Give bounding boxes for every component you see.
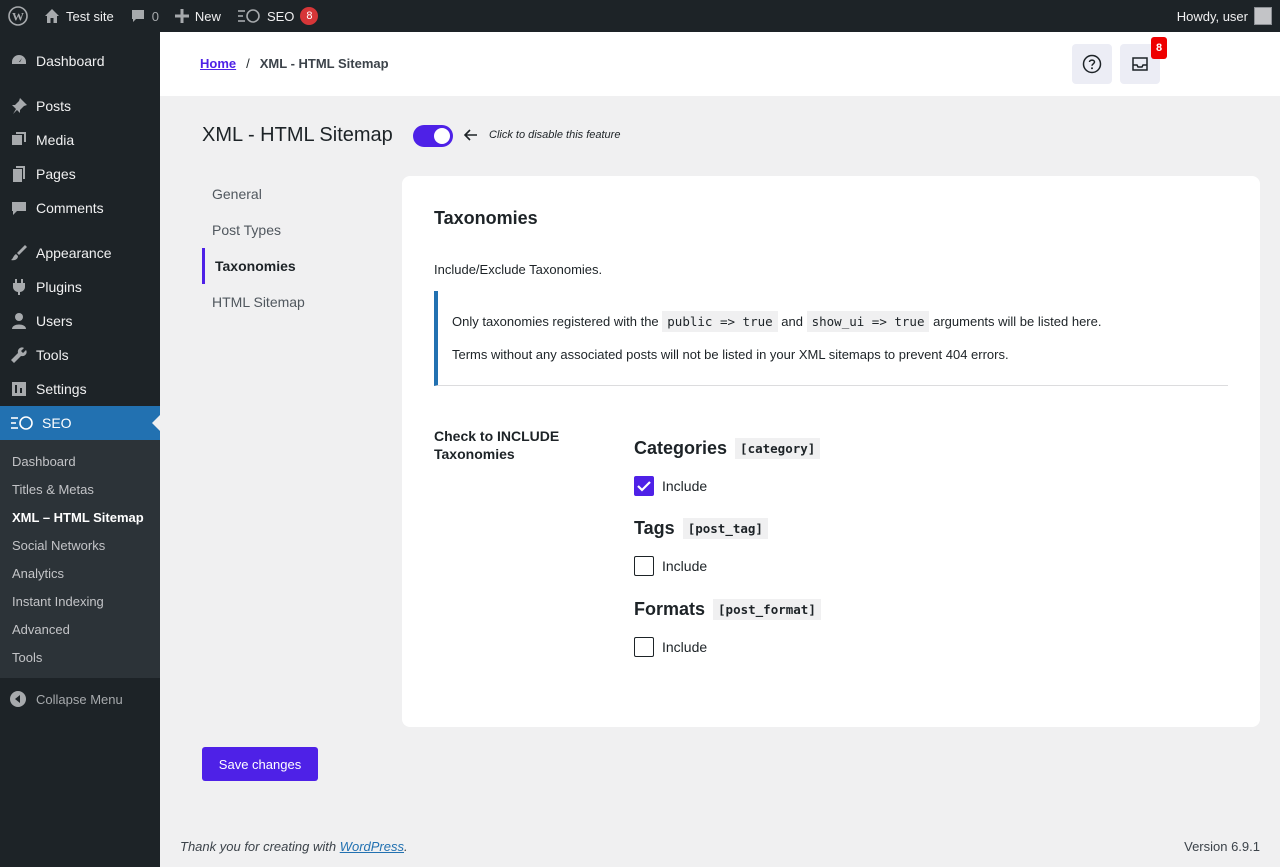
submenu-titles-metas[interactable]: Titles & Metas bbox=[0, 475, 160, 503]
comment-icon bbox=[131, 10, 144, 22]
page-title: XML - HTML Sitemap bbox=[202, 124, 393, 146]
settings-subnav: General Post Types Taxonomies HTML Sitem… bbox=[202, 176, 382, 320]
seo-icon bbox=[10, 414, 34, 432]
collapse-menu-button[interactable]: Collapse Menu bbox=[0, 682, 160, 716]
menu-comments[interactable]: Comments bbox=[0, 191, 160, 225]
site-name-link[interactable]: Test site bbox=[36, 0, 122, 32]
feature-toggle[interactable] bbox=[413, 125, 453, 147]
seo-submenu: Dashboard Titles & Metas XML – HTML Site… bbox=[0, 440, 160, 678]
home-icon bbox=[45, 9, 59, 23]
include-taxonomies-label: Check to INCLUDE Taxonomies bbox=[434, 428, 560, 462]
settings-icon bbox=[10, 380, 28, 398]
submenu-analytics[interactable]: Analytics bbox=[0, 559, 160, 587]
wordpress-link[interactable]: WordPress bbox=[340, 839, 404, 854]
taxonomy-tags: Tags [post_tag] Include bbox=[634, 518, 768, 576]
tab-general[interactable]: General bbox=[202, 176, 382, 212]
seo-notification-badge: 8 bbox=[300, 7, 319, 25]
notifications-badge: 8 bbox=[1151, 37, 1167, 59]
notifications-button[interactable]: 8 bbox=[1120, 37, 1167, 84]
admin-bar: W Test site 0 New SEO 8 Howdy, user bbox=[0, 0, 1280, 32]
footer-version: Version 6.9.1 bbox=[1184, 839, 1260, 854]
checkbox-unchecked[interactable] bbox=[634, 556, 654, 576]
menu-seo[interactable]: SEO bbox=[0, 406, 160, 440]
avatar bbox=[1254, 7, 1272, 25]
taxonomy-name: Categories bbox=[634, 438, 728, 458]
taxonomies-card: Taxonomies Include/Exclude Taxonomies. O… bbox=[402, 176, 1260, 727]
page-header: Home / XML - HTML Sitemap 8 bbox=[160, 32, 1280, 96]
submenu-instant-indexing[interactable]: Instant Indexing bbox=[0, 587, 160, 615]
card-title: Taxonomies bbox=[434, 208, 538, 228]
taxonomy-formats: Formats [post_format] Include bbox=[634, 599, 821, 657]
new-content-link[interactable]: New bbox=[167, 0, 229, 32]
submenu-tools[interactable]: Tools bbox=[0, 643, 160, 671]
toggle-hint: Click to disable this feature bbox=[489, 129, 621, 141]
comment-icon bbox=[10, 199, 28, 217]
my-account-link[interactable]: Howdy, user bbox=[1169, 0, 1280, 32]
menu-posts[interactable]: Posts bbox=[0, 89, 160, 123]
plus-icon bbox=[174, 9, 189, 23]
notice-line-2: Terms without any associated posts will … bbox=[452, 347, 1009, 362]
svg-text:W: W bbox=[12, 10, 24, 24]
info-notice: Only taxonomies registered with the publ… bbox=[434, 291, 1228, 386]
tab-taxonomies[interactable]: Taxonomies bbox=[202, 248, 382, 284]
submenu-advanced[interactable]: Advanced bbox=[0, 615, 160, 643]
taxonomy-name: Tags bbox=[634, 518, 675, 538]
tab-html-sitemap[interactable]: HTML Sitemap bbox=[202, 284, 382, 320]
save-changes-button[interactable]: Save changes bbox=[202, 747, 318, 781]
footer-credit: Thank you for creating with WordPress. bbox=[180, 839, 408, 854]
tab-post-types[interactable]: Post Types bbox=[202, 212, 382, 248]
collapse-arrow-icon bbox=[10, 691, 26, 707]
taxonomy-categories: Categories [category] Include bbox=[634, 438, 821, 496]
breadcrumb-home-link[interactable]: Home bbox=[200, 56, 236, 71]
plugin-icon bbox=[10, 278, 28, 296]
menu-pages[interactable]: Pages bbox=[0, 157, 160, 191]
pin-icon bbox=[10, 97, 28, 115]
help-icon bbox=[1082, 54, 1102, 74]
include-categories-checkbox[interactable]: Include bbox=[634, 476, 820, 496]
taxonomy-slug: [post_format] bbox=[713, 599, 821, 620]
menu-tools[interactable]: Tools bbox=[0, 338, 160, 372]
dashboard-icon bbox=[10, 52, 28, 70]
code-public-true: public => true bbox=[662, 311, 778, 332]
include-formats-checkbox[interactable]: Include bbox=[634, 637, 821, 657]
menu-appearance[interactable]: Appearance bbox=[0, 236, 160, 270]
checkbox-unchecked[interactable] bbox=[634, 637, 654, 657]
card-description: Include/Exclude Taxonomies. bbox=[434, 262, 603, 277]
notice-line-1: Only taxonomies registered with the publ… bbox=[452, 311, 1228, 332]
help-button[interactable] bbox=[1072, 44, 1112, 84]
submenu-social-networks[interactable]: Social Networks bbox=[0, 531, 160, 559]
inbox-icon bbox=[1132, 57, 1148, 71]
menu-dashboard[interactable]: Dashboard bbox=[0, 44, 160, 78]
wrench-icon bbox=[10, 346, 28, 364]
breadcrumb: Home / XML - HTML Sitemap bbox=[200, 56, 389, 71]
menu-settings[interactable]: Settings bbox=[0, 372, 160, 406]
taxonomy-slug: [category] bbox=[735, 438, 821, 459]
media-icon bbox=[10, 131, 28, 149]
include-tags-checkbox[interactable]: Include bbox=[634, 556, 768, 576]
seo-adminbar-link[interactable]: SEO 8 bbox=[229, 0, 326, 32]
seo-icon bbox=[237, 9, 260, 23]
checkbox-checked-icon[interactable] bbox=[634, 476, 654, 496]
menu-plugins[interactable]: Plugins bbox=[0, 270, 160, 304]
submenu-xml-html-sitemap[interactable]: XML – HTML Sitemap bbox=[0, 503, 160, 531]
comments-link[interactable]: 0 bbox=[122, 0, 167, 32]
menu-media[interactable]: Media bbox=[0, 123, 160, 157]
pages-icon bbox=[10, 165, 28, 183]
arrow-left-icon bbox=[463, 129, 477, 141]
submenu-seo-dashboard[interactable]: Dashboard bbox=[0, 447, 160, 475]
code-show-ui-true: show_ui => true bbox=[806, 311, 930, 332]
admin-sidebar: Dashboard Posts Media Pages Comments App… bbox=[0, 32, 160, 867]
breadcrumb-current: XML - HTML Sitemap bbox=[259, 56, 389, 71]
taxonomy-slug: [post_tag] bbox=[682, 518, 768, 539]
taxonomy-name: Formats bbox=[634, 599, 706, 619]
menu-users[interactable]: Users bbox=[0, 304, 160, 338]
user-icon bbox=[10, 312, 28, 330]
brush-icon bbox=[10, 244, 28, 262]
wordpress-logo-icon[interactable]: W bbox=[0, 0, 36, 32]
